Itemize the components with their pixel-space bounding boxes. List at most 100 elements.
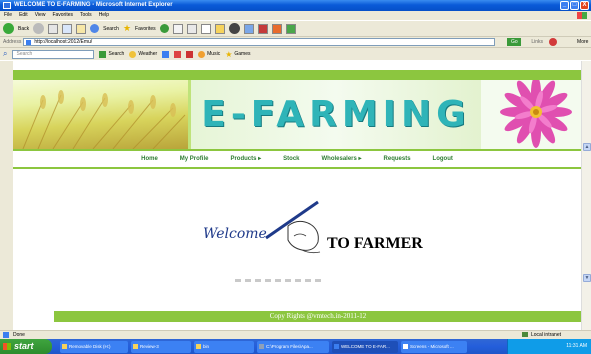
task-label: C:\Program Files\Apa... [266,343,313,349]
translate-icon[interactable] [285,23,296,34]
close-button[interactable]: X [580,1,589,10]
menu-help[interactable]: Help [99,11,109,20]
nav-products[interactable]: Products ▸ [219,153,272,165]
page-status-icon [3,332,9,338]
media-icon[interactable] [228,23,240,34]
menu-edit[interactable]: Edit [19,11,28,20]
print-icon[interactable] [186,23,197,34]
home-icon[interactable] [76,23,87,34]
games-button[interactable]: ★ Games [225,50,250,59]
back-label[interactable]: Back [18,26,29,32]
scroll-down-button[interactable]: ▼ [583,274,591,282]
task-e-farming[interactable]: WELCOME TO E-FAR... [332,340,398,353]
back-arrow-icon[interactable] [3,23,14,34]
wheat-stalks-graphic [22,90,186,149]
favorites-label[interactable]: Favorites [135,26,156,32]
task-bin[interactable]: bin [194,340,254,353]
standard-toolbar: Back Search ★ Favorites [0,20,591,36]
address-label: Address [3,39,22,45]
task-removable-disk[interactable]: Removable Disk (H:) [60,340,128,353]
menu-view[interactable]: View [35,11,46,20]
scroll-up-button[interactable]: ▲ [583,143,591,151]
menu-file[interactable]: File [4,11,12,20]
window-title: WELCOME TO E-FARMING - Microsoft Interne… [14,2,173,8]
vertical-scrollbar[interactable]: ▲ ▼ [581,61,591,330]
left-frame [0,61,13,330]
task-screens[interactable]: Screens - Microsoft ... [401,340,467,353]
site-title: E-FARMING [201,94,471,135]
nav-logout[interactable]: Logout [422,153,464,165]
faint-text-line [235,279,325,282]
task-label: Review-3 [140,343,159,349]
task-label: Screens - Microsoft ... [410,343,454,349]
task-label: Removable Disk (H:) [69,343,111,349]
minimize-button[interactable]: _ [560,1,569,10]
window-controls: _ □ X [560,1,589,10]
status-text: Done [13,332,25,338]
games-star-icon: ★ [225,49,233,59]
ie-icon [334,343,339,349]
refresh-icon[interactable] [62,23,73,34]
start-label: start [14,341,34,351]
maximize-button[interactable]: □ [570,1,579,10]
search-label[interactable]: Search [103,26,119,32]
nav-wholesalers[interactable]: Wholesalers ▸ [311,153,373,165]
site-banner: E-FARMING [13,70,581,149]
task-review-3[interactable]: Review-3 [131,340,191,353]
menu-bar: File Edit View Favorites Tools Help [0,11,591,20]
welcome-graphic: Welcome [193,196,453,266]
intranet-icon [521,332,528,338]
messenger-icon[interactable] [243,23,254,34]
tools-icon[interactable] [271,23,282,34]
address-input[interactable]: http://localhost:2012/Emu/ [23,38,496,46]
search-button[interactable]: Search [99,50,125,58]
games-label: Games [234,51,251,57]
banner-title-panel: E-FARMING [191,80,481,149]
go-button[interactable]: Go [507,38,522,46]
research-icon[interactable] [257,23,268,34]
search-input[interactable]: Search [12,49,95,59]
folder-icon [196,343,201,349]
search-toolbar-icon: ⌕ [3,49,8,58]
menu-favorites[interactable]: Favorites [52,11,73,20]
music-button[interactable]: Music [198,50,221,58]
flower-panel [481,76,581,149]
nav-requests[interactable]: Requests [373,153,422,165]
toolbar-addon-icon[interactable] [549,38,558,46]
forward-arrow-icon[interactable] [33,23,45,34]
site-footer: Copy Rights @vmtech.in-2011-12 [54,311,581,322]
task-program-files[interactable]: C:\Program Files\Apa... [257,340,329,353]
edit-icon[interactable] [200,23,211,34]
window-titlebar: WELCOME TO E-FARMING - Microsoft Interne… [0,0,591,11]
history-icon[interactable] [159,24,169,33]
mail-toolbar-icon[interactable] [162,50,170,58]
favorites-star-icon[interactable]: ★ [123,23,131,34]
nav-top-divider [13,149,581,151]
address-url[interactable]: http://localhost:2012/Emu/ [34,39,92,45]
nav-home[interactable]: Home [130,153,169,165]
ie-icon [3,2,11,9]
taskbar: start Removable Disk (H:) Review-3 bin C… [0,339,591,354]
weather-button[interactable]: Weather [129,50,157,58]
security-zone: Local intranet [521,331,561,339]
weather-icon [129,50,137,58]
video-icon[interactable] [186,50,194,58]
nav-my-profile[interactable]: My Profile [169,153,220,165]
folder-icon [62,343,67,349]
zone-label: Local intranet [530,332,561,338]
mail-icon[interactable] [172,23,183,34]
more-label[interactable]: More [577,39,588,45]
start-button[interactable]: start [0,339,52,354]
site-nav: Home My Profile Products ▸ Stock Wholesa… [13,153,581,165]
windows-flag-icon [3,343,11,350]
music-label: Music [207,51,221,57]
search-button-label: Search [108,51,125,57]
folder-icon[interactable] [214,23,225,34]
menu-tools[interactable]: Tools [80,11,92,20]
links-label[interactable]: Links [531,39,543,45]
clock[interactable]: 11:31 AM [566,343,587,349]
stop-icon[interactable] [48,23,59,34]
shopping-icon[interactable] [174,50,182,58]
search-icon[interactable] [90,24,100,33]
nav-stock[interactable]: Stock [272,153,310,165]
